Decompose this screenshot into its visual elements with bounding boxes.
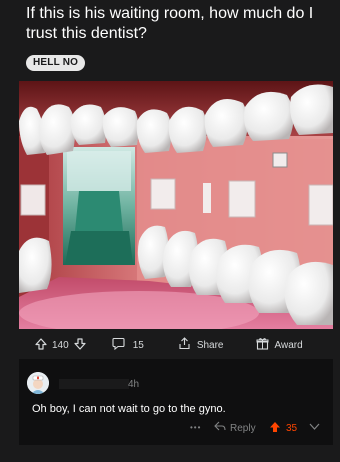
upvote-count: 140 bbox=[52, 339, 69, 351]
redacted-username bbox=[59, 379, 129, 389]
collapse-chevron-icon[interactable] bbox=[308, 420, 321, 436]
comment-text: Oh boy, I can not wait to go to the gyno… bbox=[32, 403, 226, 415]
comment-icon bbox=[112, 337, 125, 353]
post-action-bar: 140 15 Share Award bbox=[19, 331, 333, 359]
comment-vote-group: 35 bbox=[269, 421, 297, 436]
award-button[interactable]: Award bbox=[256, 337, 303, 353]
downvote-icon[interactable] bbox=[74, 337, 86, 353]
comment-count: 15 bbox=[132, 339, 144, 351]
comment-action-bar: ••• Reply 35 bbox=[19, 421, 333, 439]
dental-waiting-room-illustration bbox=[19, 81, 333, 329]
upvote-icon[interactable] bbox=[269, 421, 281, 436]
comment: 4h Oh boy, I can not wait to go to the g… bbox=[19, 359, 333, 445]
reply-icon bbox=[214, 421, 226, 435]
reply-button[interactable]: Reply bbox=[214, 421, 256, 435]
reply-label: Reply bbox=[230, 422, 256, 434]
comments-button[interactable]: 15 bbox=[112, 337, 144, 353]
post-card: If this is his waiting room, how much do… bbox=[6, 0, 334, 462]
share-label: Share bbox=[196, 339, 224, 351]
post-image[interactable] bbox=[19, 81, 333, 329]
comment-score: 35 bbox=[286, 423, 298, 434]
share-button[interactable]: Share bbox=[178, 337, 224, 353]
award-icon bbox=[256, 337, 269, 353]
post-flair[interactable]: HELL NO bbox=[26, 55, 86, 71]
vote-group: 140 bbox=[35, 337, 86, 353]
share-icon bbox=[178, 337, 191, 353]
more-options-button[interactable]: ••• bbox=[190, 423, 201, 432]
comment-timestamp: 4h bbox=[128, 379, 140, 390]
avatar-icon bbox=[27, 372, 49, 394]
upvote-icon[interactable] bbox=[35, 337, 47, 353]
award-label: Award bbox=[274, 339, 303, 351]
avatar[interactable] bbox=[27, 372, 49, 394]
post-title[interactable]: If this is his waiting room, how much do… bbox=[26, 4, 326, 44]
